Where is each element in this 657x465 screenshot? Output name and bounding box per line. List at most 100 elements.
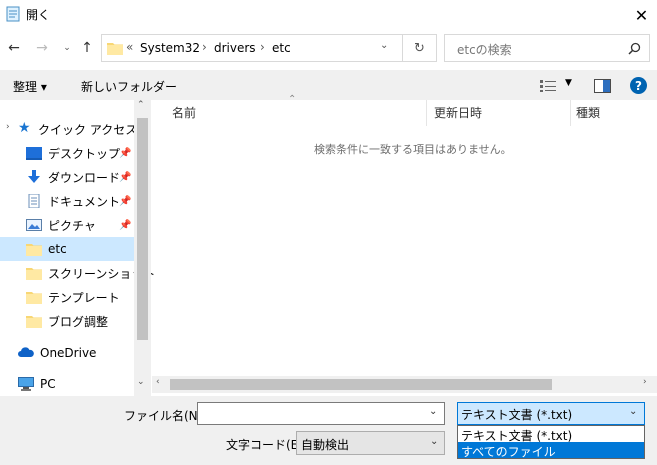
view-options-icon[interactable] <box>540 80 556 92</box>
window-title: 開く <box>26 8 51 22</box>
sidebar-item-label: ドキュメント <box>48 194 121 209</box>
download-icon <box>28 170 40 183</box>
back-button[interactable]: ← <box>5 38 23 58</box>
filetype-selected: テキスト文書 (*.txt) <box>461 408 573 422</box>
column-separator <box>570 100 571 126</box>
folder-icon <box>26 292 42 304</box>
refresh-button[interactable]: ↻ <box>403 34 437 62</box>
scrollbar-thumb[interactable] <box>137 118 148 340</box>
forward-arrow-icon: → <box>36 40 48 56</box>
empty-message: 検索条件に一致する項目はありません。 <box>314 143 512 156</box>
breadcrumb-separator: › <box>260 40 265 54</box>
breadcrumb-etc[interactable]: etc <box>272 41 291 55</box>
address-bar[interactable]: « System32 › drivers › etc ⌄ <box>101 34 403 62</box>
horizontal-scrollbar[interactable]: ‹ › <box>152 376 657 393</box>
chevron-down-icon[interactable]: ⌄ <box>429 406 437 417</box>
breadcrumb-separator: › <box>202 40 207 54</box>
sidebar-item-label: クイック アクセス <box>38 122 138 137</box>
filename-label: ファイル名(N): <box>124 409 207 423</box>
column-type-header[interactable]: 種類 <box>576 104 600 121</box>
up-button[interactable]: ↑ <box>78 38 96 58</box>
breadcrumb-system32[interactable]: System32 <box>140 41 200 55</box>
close-button[interactable]: ✕ <box>626 0 657 30</box>
collapse-icon[interactable]: › <box>6 122 10 132</box>
sidebar-item-quick-access[interactable]: › ★ クイック アクセス <box>0 117 138 141</box>
sidebar-item-label: ブログ調整 <box>48 314 109 329</box>
file-list: ⌃ 名前 更新日時 種類 検索条件に一致する項目はありません。 <box>152 94 657 396</box>
breadcrumb-drivers[interactable]: drivers <box>214 41 256 55</box>
chevron-down-icon[interactable]: ⌄ <box>629 406 637 417</box>
close-icon: ✕ <box>634 5 649 25</box>
sidebar-item-documents[interactable]: ドキュメント 📌 <box>0 189 134 213</box>
organize-button[interactable]: 整理 ▾ <box>13 78 47 95</box>
desktop-icon <box>26 147 42 160</box>
search-placeholder: etcの検索 <box>457 43 512 57</box>
option-label: すべてのファイル <box>461 445 556 459</box>
sort-indicator-icon: ⌃ <box>288 94 297 105</box>
pin-icon: 📌 <box>119 195 132 207</box>
filetype-dropdown-list: テキスト文書 (*.txt) すべてのファイル <box>457 425 645 459</box>
pin-icon: 📌 <box>119 147 132 159</box>
pin-icon: 📌 <box>119 219 132 231</box>
sidebar-item-label: OneDrive <box>40 346 97 360</box>
star-icon: ★ <box>18 120 31 136</box>
pin-icon: 📌 <box>119 171 132 183</box>
sidebar-item-pictures[interactable]: ピクチャ 📌 <box>0 213 134 237</box>
sidebar-scrollbar[interactable]: ⌃ ⌄ <box>134 100 151 396</box>
chevron-down-icon[interactable]: ⌄ <box>380 40 388 51</box>
sidebar-item-templates[interactable]: テンプレート <box>0 285 134 309</box>
encoding-label: 文字コード(E): <box>226 438 307 452</box>
sidebar-item-label: デスクトップ <box>48 146 121 161</box>
scroll-down-icon[interactable]: ⌄ <box>137 377 145 387</box>
folder-icon <box>26 268 42 280</box>
filetype-option-all[interactable]: すべてのファイル <box>458 442 644 459</box>
encoding-select[interactable]: 自動検出 ⌄ <box>296 431 445 455</box>
sidebar-item-label: ピクチャ <box>48 218 96 233</box>
scroll-right-icon[interactable]: › <box>643 377 647 387</box>
search-icon <box>628 42 641 55</box>
filetype-option-txt[interactable]: テキスト文書 (*.txt) <box>458 426 644 443</box>
column-name-header[interactable]: 名前 <box>172 104 196 121</box>
new-folder-button[interactable]: 新しいフォルダー <box>81 78 177 95</box>
chevron-down-icon[interactable]: ⌄ <box>430 436 438 447</box>
help-icon: ? <box>635 78 642 93</box>
column-separator <box>426 100 427 126</box>
sidebar-item-label: etc <box>48 242 67 256</box>
filename-field[interactable]: ⌄ <box>197 402 445 425</box>
sidebar-item-screenshots[interactable]: スクリーンショット <box>0 261 155 285</box>
scrollbar-thumb[interactable] <box>170 379 552 390</box>
search-input[interactable]: etcの検索 <box>444 34 650 62</box>
cloud-icon <box>18 347 34 357</box>
recent-locations-button[interactable]: ⌄ <box>58 38 76 58</box>
folder-icon <box>107 43 123 55</box>
filetype-select[interactable]: テキスト文書 (*.txt) ⌄ <box>457 402 645 425</box>
folder-icon <box>26 316 42 328</box>
forward-button[interactable]: → <box>33 38 51 58</box>
path-overflow-icon[interactable]: « <box>126 40 133 54</box>
chevron-down-icon: ⌄ <box>63 43 71 53</box>
computer-icon <box>18 377 34 391</box>
sidebar-item-blog[interactable]: ブログ調整 <box>0 309 134 333</box>
view-dropdown-icon[interactable]: ▼ <box>565 78 572 88</box>
sidebar-item-label: テンプレート <box>48 290 120 305</box>
title-bar: 開く ✕ <box>0 0 657 30</box>
help-button[interactable]: ? <box>630 77 647 94</box>
sidebar-item-download[interactable]: ダウンロード 📌 <box>0 165 134 189</box>
scroll-left-icon[interactable]: ‹ <box>156 377 160 387</box>
scroll-up-icon[interactable]: ⌃ <box>137 100 145 110</box>
folder-icon <box>26 244 42 256</box>
toolbar: 整理 ▾ 新しいフォルダー ▼ ? <box>0 70 657 100</box>
picture-icon <box>26 219 42 231</box>
sidebar-item-pc[interactable]: PC <box>0 372 134 396</box>
encoding-value: 自動検出 <box>301 438 350 452</box>
up-arrow-icon: ↑ <box>81 40 93 56</box>
refresh-icon: ↻ <box>414 40 425 56</box>
column-date-header[interactable]: 更新日時 <box>434 104 482 121</box>
preview-pane-icon[interactable] <box>594 79 611 93</box>
back-arrow-icon: ← <box>8 40 20 56</box>
notepad-icon <box>6 6 20 22</box>
document-icon <box>28 194 40 208</box>
sidebar-item-etc[interactable]: etc <box>0 237 134 261</box>
sidebar-item-onedrive[interactable]: OneDrive <box>0 341 134 365</box>
sidebar-item-desktop[interactable]: デスクトップ 📌 <box>0 141 134 165</box>
